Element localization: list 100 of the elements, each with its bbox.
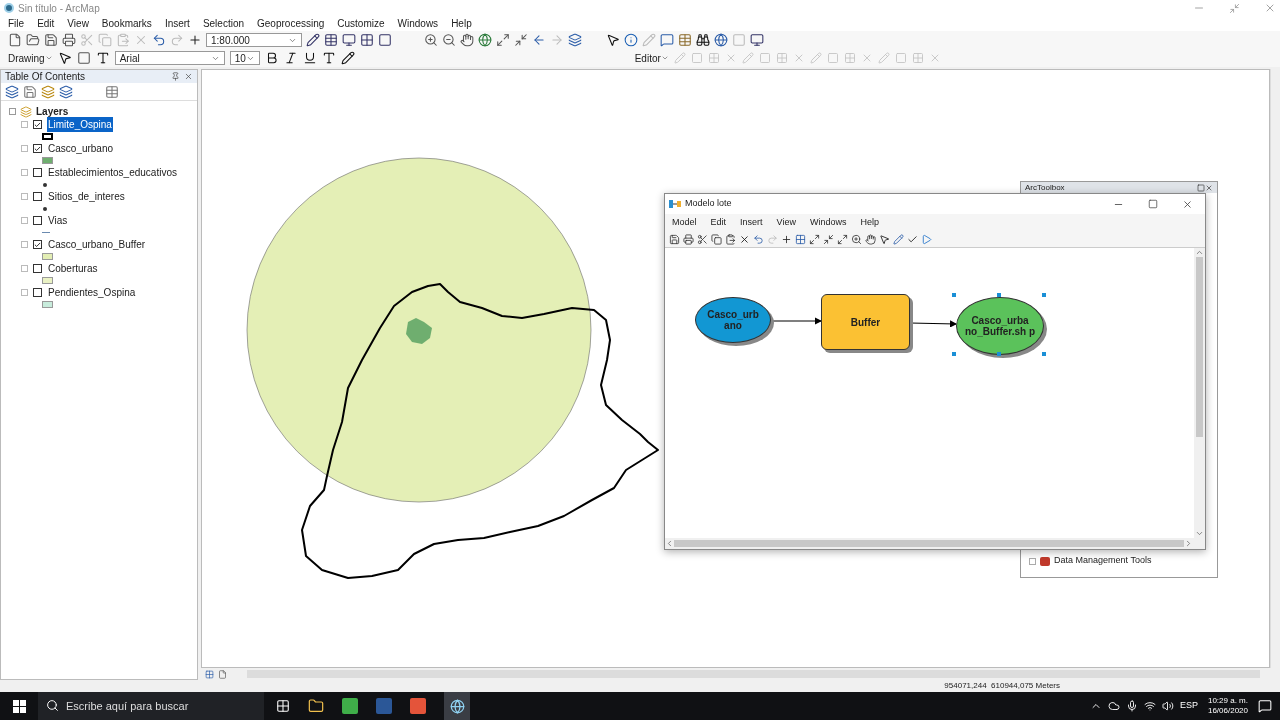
rectangle-icon[interactable] [76, 51, 91, 65]
clock-date[interactable]: 16/06/2020 [1207, 706, 1248, 716]
layout-view-icon[interactable] [218, 669, 227, 679]
collapse-toggle[interactable] [21, 217, 28, 224]
menu-item[interactable]: Help [451, 16, 472, 31]
caret-icon[interactable] [44, 54, 53, 62]
input-data-node[interactable]: Casco_urb ano [695, 297, 771, 343]
volume-icon[interactable] [1161, 700, 1174, 712]
identify-icon[interactable] [624, 33, 638, 47]
close-icon[interactable] [1182, 198, 1193, 210]
editor-menu[interactable]: Editor [634, 50, 669, 66]
collapse-toggle[interactable] [21, 169, 28, 176]
toolbox-item[interactable]: Data Management Tools [1054, 554, 1152, 568]
scroll-right-icon[interactable] [1184, 539, 1193, 548]
fixed-zoom-out-icon[interactable] [514, 33, 528, 47]
expand-toggle[interactable] [1029, 557, 1036, 565]
delete-icon[interactable] [739, 233, 750, 245]
cloud-icon[interactable] [1107, 700, 1120, 712]
maximize-icon[interactable] [1148, 199, 1158, 209]
close-icon[interactable] [1264, 2, 1276, 14]
search-icon[interactable] [46, 699, 59, 712]
selection-handle[interactable] [1042, 293, 1046, 297]
grid-icon[interactable] [360, 33, 374, 47]
windows-logo-icon[interactable] [12, 699, 26, 713]
input-language[interactable]: ESP [1179, 699, 1198, 713]
validate-icon[interactable] [907, 233, 918, 245]
collapse-toggle[interactable] [21, 241, 28, 248]
zoom-in-icon[interactable] [424, 33, 438, 47]
collapse-toggle[interactable] [21, 265, 28, 272]
menu-item[interactable]: View [67, 16, 89, 31]
layer-checkbox[interactable] [33, 120, 42, 129]
arcmap-app-icon[interactable] [444, 692, 470, 720]
menu-item[interactable]: Customize [337, 16, 385, 31]
menu-item[interactable]: Bookmarks [101, 16, 152, 31]
microphone-icon[interactable] [1125, 700, 1138, 712]
print-icon[interactable] [62, 33, 76, 47]
menu-item[interactable]: Windows [809, 215, 847, 230]
layer-checkbox[interactable] [33, 144, 42, 153]
fixed-zoom-in-icon[interactable] [837, 233, 848, 245]
layer-checkbox[interactable] [33, 288, 42, 297]
save-icon[interactable] [44, 33, 58, 47]
close-icon[interactable] [1205, 183, 1213, 192]
menu-item[interactable]: Insert [740, 215, 763, 230]
fixed-zoom-out-icon[interactable] [823, 233, 834, 245]
font-dropdown[interactable]: Arial [114, 51, 225, 65]
layer-checkbox[interactable] [33, 192, 42, 201]
output-data-node[interactable]: Casco_urba no_Buffer.sh p [956, 297, 1044, 355]
scrollbar-thumb[interactable] [674, 540, 1184, 547]
selection-handle[interactable] [997, 352, 1001, 356]
full-extent-icon[interactable] [478, 33, 492, 47]
clock-time[interactable]: 10:29 a. m. [1207, 696, 1248, 706]
fixed-zoom-in-icon[interactable] [496, 33, 510, 47]
collapse-toggle[interactable] [21, 193, 28, 200]
menu-item[interactable]: Geoprocessing [257, 16, 325, 31]
select-icon[interactable] [879, 233, 890, 245]
cut-icon[interactable] [697, 233, 708, 245]
taskbar-search-field[interactable]: Escribe aquí para buscar [38, 692, 264, 720]
data-frame-name[interactable]: Layers [36, 104, 69, 119]
collapse-toggle[interactable] [21, 289, 28, 296]
undo-icon[interactable] [152, 33, 166, 47]
new-file-icon[interactable] [8, 33, 22, 47]
file-explorer-icon[interactable] [308, 698, 324, 714]
selection-handle[interactable] [952, 293, 956, 297]
table-icon[interactable] [324, 33, 338, 47]
layer-name[interactable]: Pendientes_Ospina [47, 285, 137, 300]
zoom-out-icon[interactable] [442, 33, 456, 47]
back-icon[interactable] [532, 33, 546, 47]
menu-item[interactable]: Windows [397, 16, 439, 31]
scroll-left-icon[interactable] [665, 539, 674, 548]
tool-node[interactable]: Buffer [821, 294, 910, 350]
layer-checkbox[interactable] [33, 240, 42, 249]
data-view-icon[interactable] [205, 669, 214, 679]
pan-icon[interactable] [460, 33, 474, 47]
model-canvas[interactable]: Casco_urb ano Buffer Casco_urba no_Buffer.sh p [665, 248, 1194, 538]
close-icon[interactable] [184, 72, 193, 81]
print-icon[interactable] [683, 233, 694, 245]
menu-item[interactable]: Help [860, 215, 879, 230]
menu-item[interactable]: Insert [164, 16, 190, 31]
selection-handle[interactable] [952, 352, 956, 356]
italic-icon[interactable] [283, 51, 298, 65]
underline-icon[interactable] [302, 51, 317, 65]
layer-checkbox[interactable] [33, 264, 42, 273]
text-icon[interactable] [95, 51, 110, 65]
copy-icon[interactable] [711, 233, 722, 245]
scrollbar-thumb[interactable] [1196, 257, 1203, 437]
layer-name[interactable]: Coberturas [47, 261, 99, 276]
open-folder-icon[interactable] [26, 33, 40, 47]
add-data-icon[interactable] [188, 33, 202, 47]
selection-handle[interactable] [997, 293, 1001, 297]
task-view-icon[interactable] [276, 699, 290, 713]
menu-item[interactable]: Edit [37, 16, 55, 31]
font-size-dropdown[interactable]: 10 [229, 51, 260, 65]
maximize-icon[interactable] [1197, 183, 1205, 192]
select-elements-icon[interactable] [57, 51, 72, 65]
frame-icon[interactable] [378, 33, 392, 47]
selection-handle[interactable] [1042, 352, 1046, 356]
menu-item[interactable]: Edit [710, 215, 727, 230]
scale-dropdown[interactable]: 1:80.000 [206, 33, 302, 47]
layer-name[interactable]: Casco_urbano [47, 141, 115, 156]
layer-checkbox[interactable] [33, 216, 42, 225]
